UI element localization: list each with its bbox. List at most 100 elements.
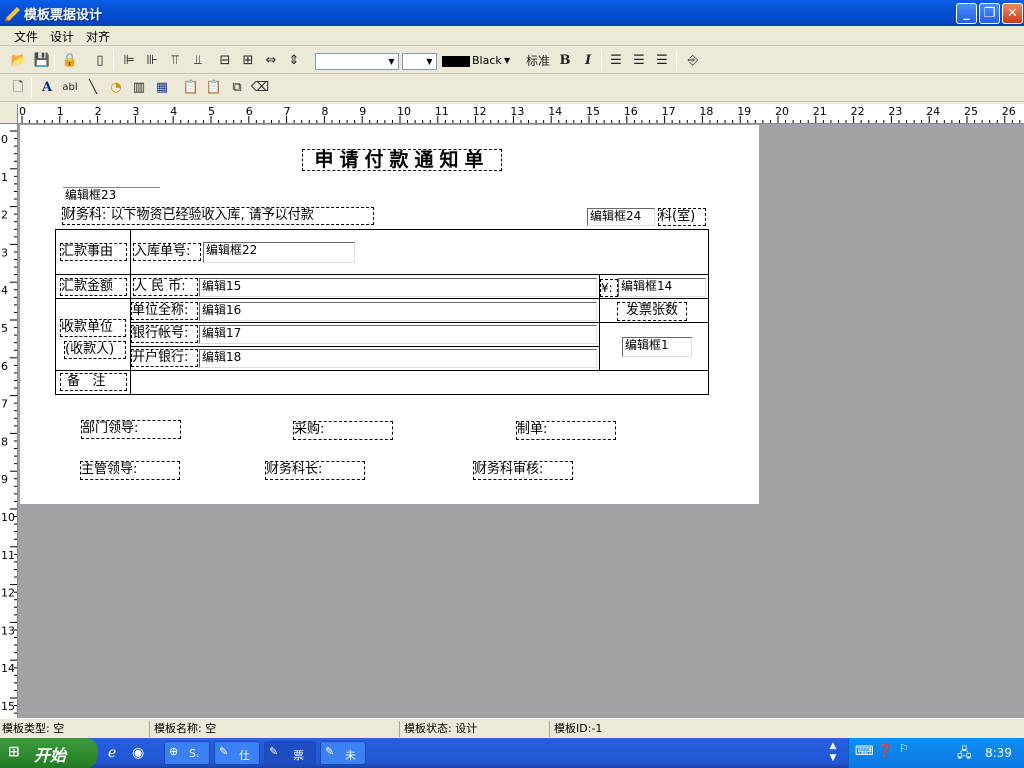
paste-icon[interactable]: 📋 — [204, 78, 224, 98]
unit-full-name-label[interactable]: 单位全称: — [131, 302, 198, 320]
text-align-right-icon[interactable]: ☰ — [652, 51, 672, 71]
menu-design[interactable]: 设计 — [48, 28, 76, 44]
same-height-icon[interactable]: ⊞ — [238, 51, 258, 71]
invoice-count-label[interactable]: 发票张数 — [617, 302, 687, 321]
font-name-select[interactable]: ▼ — [315, 53, 399, 70]
close-button[interactable]: ✕ — [1002, 3, 1023, 24]
bold-button[interactable]: B — [555, 51, 575, 71]
help-icon[interactable]: ❓ — [877, 744, 893, 759]
finance-chief-label[interactable]: 财务科长: — [265, 461, 365, 480]
ruler-label: 4 — [1, 284, 8, 297]
payee-label[interactable]: 收款单位 — [60, 319, 126, 337]
menu-align[interactable]: 对齐 — [84, 28, 112, 44]
edit-15[interactable]: 编辑15 — [199, 278, 597, 297]
ie-icon[interactable]: ℯ — [108, 745, 126, 763]
task-button-4[interactable]: ✎ 未 — [320, 741, 366, 765]
ruler-label: 1 — [1, 171, 8, 184]
keyboard-icon[interactable]: ⌨ — [855, 744, 874, 759]
purchase-label[interactable]: 采购: — [293, 421, 393, 440]
window-title: 模板票据设计 — [24, 8, 103, 23]
align-left-icon[interactable]: ⊫ — [119, 51, 139, 71]
template-page[interactable]: 申请付款通知单 编辑框23 财务科: 以下物资已经验收入库, 请予以付款 编辑框… — [20, 125, 759, 504]
align-bottom-icon[interactable]: ⫫ — [188, 51, 208, 71]
restore-button[interactable]: ❐ — [979, 3, 1000, 24]
ruler-label: 21 — [813, 105, 827, 118]
edit-box-22[interactable]: 编辑框22 — [203, 242, 355, 263]
exit-icon[interactable]: ⎆ — [683, 51, 703, 71]
bank-name-label[interactable]: 开户银行: — [131, 349, 198, 367]
edit-box-1[interactable]: 编辑框1 — [622, 337, 692, 357]
ruler-label: 3 — [1, 246, 8, 259]
dept-leader-label[interactable]: 部门领导: — [81, 420, 181, 439]
properties-icon[interactable]: 📋 — [181, 78, 201, 98]
page-icon[interactable]: ▯ — [90, 51, 110, 71]
bank-account-label[interactable]: 银行帐号: — [131, 325, 198, 343]
clock-tool-icon[interactable]: ◔ — [106, 78, 126, 98]
ruler-label: 15 — [1, 700, 15, 713]
ruler-label: 25 — [964, 105, 978, 118]
remit-reason-label[interactable]: 汇款事由 — [60, 243, 127, 261]
h-spacing-icon[interactable]: ⇔ — [261, 51, 281, 71]
edit-box-tool-icon[interactable]: abl — [60, 78, 80, 98]
ruler-label: 1 — [57, 105, 64, 118]
finance-review-label[interactable]: 财务科审核: — [473, 461, 573, 480]
save-icon[interactable]: 💾 — [32, 51, 52, 71]
task-button-2[interactable]: ✎ 仕 — [214, 741, 260, 765]
edit-box-14[interactable]: 编辑框14 — [618, 278, 706, 297]
open-icon[interactable]: 📂 — [9, 51, 29, 71]
payee-sub-label[interactable]: (收款人) — [64, 341, 126, 359]
table-border-right — [708, 229, 709, 395]
color-select[interactable]: Black ▼ — [442, 53, 517, 70]
italic-button[interactable]: I — [578, 51, 598, 71]
line-tool-icon[interactable]: ╲ — [83, 78, 103, 98]
rmb-label[interactable]: 人 民 币: — [133, 278, 198, 296]
new-page-icon[interactable]: 🗋 — [8, 78, 28, 98]
ruler-label: 15 — [586, 105, 600, 118]
align-top-icon[interactable]: ⫪ — [165, 51, 185, 71]
standard-style-button[interactable]: 标准 — [524, 51, 552, 71]
lock-icon[interactable]: 🔒 — [60, 51, 80, 71]
edit-18[interactable]: 编辑18 — [199, 349, 597, 368]
ruler-label: 8 — [321, 105, 328, 118]
menu-file[interactable]: 文件 — [12, 28, 40, 44]
grid-tool-icon[interactable]: ▦ — [152, 78, 172, 98]
finance-note-label[interactable]: 财务科: 以下物资已经验收入库, 请予以付款 — [62, 207, 374, 225]
form-title[interactable]: 申请付款通知单 — [302, 149, 502, 171]
ruler-corner — [0, 104, 18, 124]
ruler-label: 24 — [926, 105, 940, 118]
edit-box-23[interactable]: 编辑框23 — [63, 187, 160, 204]
task-button-3[interactable]: ✎ 票 — [264, 741, 316, 765]
maker-label[interactable]: 制单: — [516, 421, 616, 440]
same-width-icon[interactable]: ⊟ — [215, 51, 235, 71]
edit-16[interactable]: 编辑16 — [199, 302, 597, 321]
text-align-left-icon[interactable]: ☰ — [606, 51, 626, 71]
v-spacing-icon[interactable]: ⇕ — [284, 51, 304, 71]
eraser-icon[interactable]: ⌫ — [250, 78, 270, 98]
image-tool-icon[interactable]: ▥ — [129, 78, 149, 98]
task-button-1[interactable]: ⊕ S. — [164, 741, 210, 765]
align-right-icon[interactable]: ⊪ — [142, 51, 162, 71]
remark-label[interactable]: 备 注 — [60, 373, 127, 391]
edit-box-24[interactable]: 编辑框24 — [587, 208, 655, 226]
minimize-button[interactable]: _ — [956, 3, 977, 24]
menu-bar: 文件 设计 对齐 — [0, 26, 1024, 46]
remit-amount-label[interactable]: 汇款金额 — [60, 278, 127, 296]
start-button[interactable]: ⊞ 开始 — [0, 738, 98, 768]
text-align-center-icon[interactable]: ☰ — [629, 51, 649, 71]
quicklaunch-icon[interactable]: ◉ — [132, 745, 150, 763]
app-icon: ✎ — [269, 745, 279, 758]
font-size-select[interactable]: ▼ — [402, 53, 437, 70]
status-bar: 模板类型: 空 模板名称: 空 模板状态: 设计 模板ID:-1 — [0, 718, 1024, 738]
ime-icon[interactable]: ⚐ — [899, 742, 909, 755]
copy-icon[interactable]: ⧉ — [227, 78, 247, 98]
ruler-label: 6 — [246, 105, 253, 118]
dept-suffix-label[interactable]: 科(室) — [658, 208, 706, 226]
taskbar-scroll-arrows[interactable]: ▲ ▼ — [826, 740, 840, 766]
stock-no-label[interactable]: 入库单号: — [133, 243, 201, 261]
edit-17[interactable]: 编辑17 — [199, 325, 597, 344]
yen-label[interactable]: ¥: — [600, 279, 618, 297]
text-tool-icon[interactable]: A — [37, 78, 57, 98]
network-icon[interactable]: 🖧 — [957, 744, 972, 766]
table-border-left — [55, 229, 56, 395]
chief-leader-label[interactable]: 主管领导: — [80, 461, 180, 480]
